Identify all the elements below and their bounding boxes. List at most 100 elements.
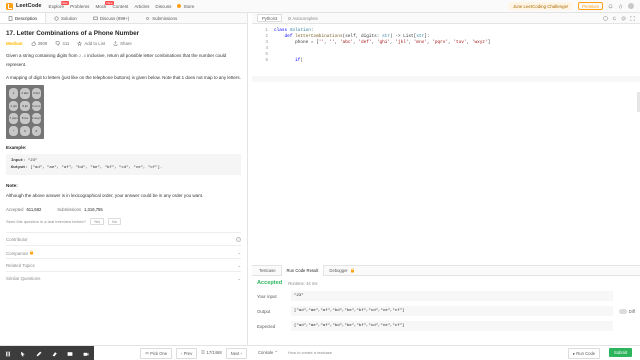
avatar[interactable] [628,3,634,9]
bell-icon[interactable] [608,3,613,9]
fullscreen-icon[interactable] [630,15,635,21]
diff-switch-icon [618,308,627,314]
diff-toggle[interactable]: Diff [613,306,635,316]
tab-submissions-label: Submissions [152,15,178,21]
info-icon[interactable] [603,15,608,21]
nav-store-label: Store [183,3,195,9]
autocomplete-toggle[interactable]: Autocomplete [288,16,318,21]
run-code-label: Run Code [576,351,596,356]
rectangle-icon[interactable] [67,350,74,357]
statement-text: Given a string containing digits from [6,53,78,58]
language-select[interactable]: Python3 [257,14,283,22]
challenge-banner[interactable]: June LeetCoding Challenge! [507,2,574,10]
prev-button[interactable]: ‹ Prev [176,348,198,359]
no-button[interactable]: No [108,218,121,226]
console-toggle[interactable]: Console ⌃ [258,350,278,355]
share-icon [113,41,118,46]
section-label: Similar Questions [6,276,41,282]
tab-description[interactable]: Description [0,13,46,23]
reset-icon[interactable] [612,16,617,21]
keypad-key: 5 jkl [20,100,30,111]
bottom-bar: Pick One ‹ Prev 17/1468 Next › Console ⌃… [0,345,640,360]
nav-problems[interactable]: Problems [70,4,89,9]
console-tabs: Testcase Run Code Result Debugger [252,265,640,276]
create-testcase-link[interactable]: How to create a testcase [288,350,332,355]
tab-discuss[interactable]: Discuss (999+) [85,13,137,23]
code-line: if| [295,58,304,63]
nav-mock[interactable]: Mock New [95,0,114,9]
section-related-topics[interactable]: Related Topics ⌄ [6,258,241,269]
new-badge: New [60,0,69,5]
output-label: Output: [11,165,28,170]
section-companies[interactable]: Companies ⌄ [6,245,241,256]
your-input-label: Your input [257,293,277,299]
expected-label: Expected [257,323,276,329]
line-number: 6 [265,58,268,63]
accepted-value: 611,682 [26,207,42,213]
lock-icon [350,268,354,273]
yes-button[interactable]: Yes [89,218,105,226]
nav-articles[interactable]: Articles [134,4,149,9]
keypad-key: 8 tuv [20,113,30,124]
logo-text: LeetCode [16,3,42,9]
result-status-row: Accepted Runtime: 44 ms [257,280,635,286]
tab-debugger[interactable]: Debugger [324,265,359,276]
highlighter-icon[interactable] [51,350,58,357]
note-heading: Note: [6,183,18,189]
keypad-key: 9 wxyz [31,113,41,124]
pick-one-label: Pick One [150,351,168,356]
editor-toolbar: Python3 Autocomplete [252,13,640,24]
camera-icon[interactable] [83,350,90,357]
premium-button[interactable]: Premium [578,2,603,10]
store-icon [177,4,182,8]
mapping-note: A mapping of digit to letters (just like… [6,75,241,80]
example-heading: Example: [6,145,27,150]
add-to-list-button[interactable]: Add to List [77,41,105,46]
problem-counter[interactable]: 17/1468 [201,348,222,359]
section-similar-questions[interactable]: Similar Questions ⌄ [6,271,241,282]
section-contributor[interactable]: Contributor ? [6,232,241,243]
example-block: Input: "23" Output: ["ad", "ae", "af", "… [6,154,241,176]
logo[interactable]: LeetCode [6,2,42,10]
pause-icon[interactable] [4,350,11,357]
tab-run-code-result[interactable]: Run Code Result [280,265,325,276]
nav-discuss[interactable]: Discuss [155,4,171,9]
solution-icon [54,16,59,20]
digit-range-code: 2-9 [78,55,87,59]
expected-value: ["ad","ae","af","bd","be","bf","cd","ce"… [291,321,613,331]
diff-label: Diff [628,308,635,314]
run-code-button[interactable]: ▸ Run Code [568,348,601,359]
autocomplete-radio-icon [288,16,292,20]
dislike-button[interactable]: 411 [55,41,69,46]
accepted-stat: Accepted 611,682 [6,207,41,212]
settings-icon[interactable] [621,15,626,21]
tab-testcase[interactable]: Testcase [254,265,281,276]
nav-contest[interactable]: Contest [112,4,128,9]
section-label: Companies [6,250,34,256]
code-editor[interactable]: 1 2 3 4 5 6 class Solution: def letterCo… [252,24,640,274]
share-button[interactable]: Share [113,41,132,46]
add-to-list-label: Add to List [84,41,106,46]
expected-row: Expected ["ad","ae","af","bd","be","bf",… [257,321,635,331]
pen-icon[interactable] [36,350,43,357]
pointer-icon[interactable] [20,350,27,357]
nav-explore[interactable]: Explore New [49,0,69,9]
nav-store[interactable]: Store [177,4,194,9]
output-row: Output ["ad","ae","af","bd","be","bf","c… [257,306,635,316]
like-button[interactable]: 3909 [31,41,47,46]
tab-solution[interactable]: Solution [46,13,85,23]
line-numbers: 1 2 3 4 5 6 [252,28,268,64]
keypad-key: # [31,125,41,136]
example-output: ["ad", "ae", "af", "bd", "be", "bf", "cd… [30,165,163,170]
your-input-value: "23" [291,291,613,301]
run-result-panel: Accepted Runtime: 44 ms Your input "23" … [252,277,640,334]
star-icon [77,41,83,46]
autocomplete-label: Autocomplete [292,15,318,21]
submit-button[interactable]: Submit [609,348,633,357]
tab-submissions[interactable]: Submissions [137,13,185,23]
output-row-label: Output [257,308,271,314]
pick-one-button[interactable]: Pick One [140,348,173,359]
keypad-key: 4 ghi [9,100,19,111]
fire-icon[interactable] [618,3,623,9]
next-button[interactable]: Next › [225,348,247,359]
